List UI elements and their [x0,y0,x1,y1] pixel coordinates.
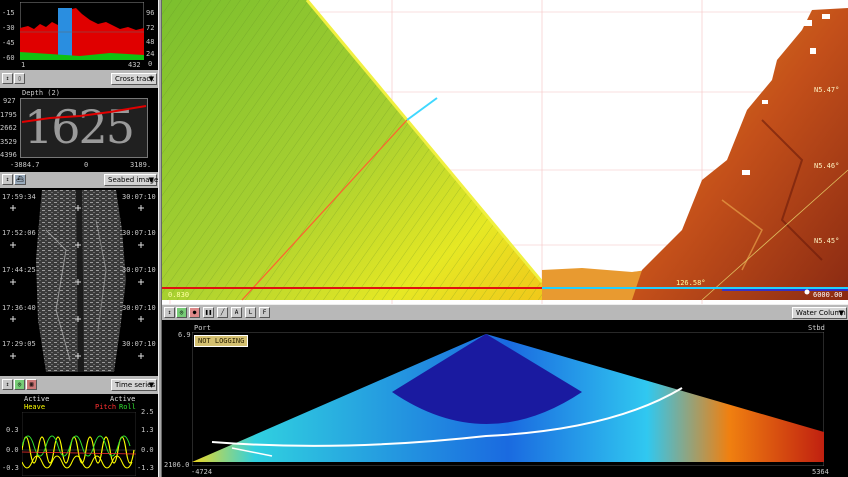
water-column-toolbar: ↕ ◎ ● ❚❚ ╱ A L F Water Column ▼ [162,304,848,320]
zoom-icon[interactable]: ◎ [176,307,187,318]
active-right-label: Active [110,395,136,403]
chevron-down-icon: ▼ [148,176,154,184]
chevron-down-icon: ▼ [148,75,154,83]
hist-y-right-4: 0 [148,60,153,68]
hist-x-left: 1 [21,61,26,69]
depth-end-readout: 6000.00 [813,291,843,299]
hist-x-right: 432 [128,61,141,69]
depth-y-4: 4396 [0,151,17,159]
wc-y-top: 6.9 [178,331,191,339]
ts-y-right-2: 0.0 [141,446,154,454]
depth-y-1: 1795 [0,111,17,119]
hist-y-right-0: 96 [146,9,155,17]
ts-y-right-0: 2.5 [141,408,154,416]
hist-y-left-0: -15 [2,9,15,17]
water-column-panel: Port Stbd 6.9 2106.0 NOT LOGGING -4724 5… [162,320,848,477]
ship-icon[interactable]: ⛴ [14,174,26,185]
roll-label: Roll [119,403,136,411]
hist-y-left-3: -60 [2,54,15,62]
bathymetry-map: N5.47° N5.46° N5.45° 126.58° 0.830 6000.… [162,0,848,304]
pointer-icon[interactable]: ↕ [2,73,13,84]
flag-f-icon[interactable]: F [259,307,270,318]
graph-icon[interactable]: ▦ [26,379,37,390]
pointer-icon[interactable]: ↕ [2,379,13,390]
chevron-down-icon: ▼ [148,381,154,389]
record-icon[interactable]: ● [189,307,200,318]
hist-y-right-3: 24 [146,50,155,58]
depth-y-2: 2662 [0,124,17,132]
ts-y-right-3: -1.3 [137,464,154,472]
seabed-dropdown[interactable]: Seabed image ▼ [104,174,158,186]
chevron-down-icon: ▼ [838,309,844,317]
depth-y-0: 927 [3,97,16,105]
pointer-icon[interactable]: ↕ [2,174,13,185]
seabed-grid-crosses [10,205,144,359]
ts-y-left-1: 0.0 [6,446,19,454]
draw-icon[interactable]: ╱ [217,307,228,318]
cross-track-dropdown[interactable]: Cross track ▼ [111,73,157,85]
depth-x-1: 0 [84,161,89,169]
seabed-toolbar: ↕ ⛴ Seabed image ▼ [0,172,158,188]
zoom-icon[interactable]: ◎ [14,379,25,390]
pitch-label: Pitch [95,403,117,411]
time-series-toolbar: ↕ ◎ ▦ Time series ▼ [0,376,158,394]
heave-label: Heave [24,403,46,411]
wc-y-bottom: 2106.0 [164,461,190,469]
active-left-label: Active [24,395,50,403]
hist-y-right-2: 48 [146,38,155,46]
depth-title: Depth (2) [22,89,60,97]
flag-l-icon[interactable]: L [245,307,256,318]
histogram-panel: -15 -30 -45 -60 96 72 48 24 0 1 432 [0,0,158,70]
depth-x-0: -3884.7 [10,161,40,169]
map-canvas [162,0,848,304]
hist-y-right-1: 72 [146,24,155,32]
cross-track-toolbar: ↕ ▯ Cross track ▼ [0,70,158,88]
wc-x-right: 5364 [812,468,829,476]
hist-y-left-1: -30 [2,24,15,32]
seabed-image-panel: 17:59:34 17:52:06 17:44:25 17:36:40 17:2… [0,188,158,376]
hist-y-left-2: -45 [2,39,15,47]
depth-panel: Depth (2) 927 1795 2662 3529 4396 1625 -… [0,88,158,172]
heading-readout: 126.58° [676,279,706,287]
lat-label-0: N5.47° [814,86,840,94]
time-series-panel: Active Active Heave Pitch Roll 0.3 0.0 -… [0,394,158,477]
lat-label-1: N5.46° [814,162,840,170]
flag-a-icon[interactable]: A [231,307,242,318]
lat-label-2: N5.45° [814,237,840,245]
histogram-plot [20,2,144,60]
ts-y-left-0: 0.3 [6,426,19,434]
depth-profile-line [21,105,147,123]
ts-y-left-2: -0.3 [2,464,19,472]
ruler-icon[interactable]: ▯ [14,73,25,84]
wc-x-left: -4724 [191,468,213,476]
pause-icon[interactable]: ❚❚ [203,307,214,318]
pointer-icon[interactable]: ↕ [164,307,175,318]
depth-y-3: 3529 [0,138,17,146]
water-column-fan [192,332,824,466]
left-value-readout: 0.830 [168,291,190,299]
port-label: Port [194,324,211,332]
time-series-dropdown[interactable]: Time series ▼ [111,379,157,391]
time-series-plot [22,412,136,476]
stbd-label: Stbd [808,324,825,332]
ts-y-right-1: 1.3 [141,426,154,434]
water-column-dropdown[interactable]: Water Column ▼ [792,307,847,319]
depth-x-2: 3189. [130,161,152,169]
